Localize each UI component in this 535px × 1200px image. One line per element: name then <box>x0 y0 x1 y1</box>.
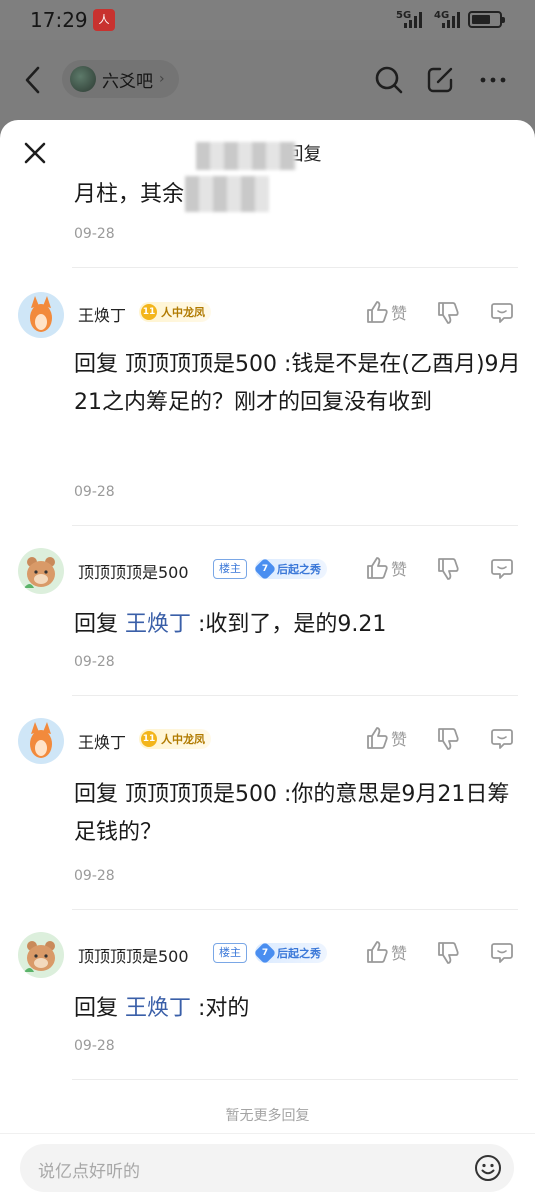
search-icon[interactable] <box>373 64 405 96</box>
status-bar: 17:29 人 5G 4G <box>0 0 535 40</box>
thumbs-down-icon[interactable] <box>437 301 459 325</box>
thumbs-up-icon <box>367 727 388 749</box>
username[interactable]: 顶顶顶顶是500 <box>78 943 189 967</box>
forum-header: 六爻吧 › <box>0 40 535 122</box>
status-time: 17:29 <box>30 8 88 32</box>
username[interactable]: 顶顶顶顶是500 <box>78 559 189 583</box>
username[interactable]: 王焕丁 <box>78 729 126 753</box>
comment-text: 回复 王焕丁 :收到了，是的9.21 <box>74 612 387 637</box>
username[interactable]: 王焕丁 <box>78 302 126 326</box>
mention-link[interactable]: 王焕丁 <box>125 612 191 637</box>
redaction-blur <box>185 176 269 212</box>
thumbs-up-icon <box>367 941 388 963</box>
comment-date: 09-28 <box>74 654 115 670</box>
divider <box>72 1079 518 1080</box>
like-button[interactable]: 赞 <box>366 556 407 580</box>
thumbs-down-icon[interactable] <box>437 941 459 965</box>
divider <box>72 909 518 910</box>
forum-avatar <box>70 66 96 92</box>
like-button[interactable]: 赞 <box>366 940 407 964</box>
reply-input[interactable]: 说亿点好听的 <box>20 1144 514 1192</box>
divider <box>72 525 518 526</box>
comment-date: 09-28 <box>74 484 115 500</box>
thumbs-down-icon[interactable] <box>437 727 459 751</box>
comment-text: 回复 顶顶顶顶是500 :钱是不是在(乙酉月)9月21之内筹足的？刚才的回复没有… <box>74 352 521 415</box>
forum-name: 六爻吧 <box>102 71 153 92</box>
battery-icon <box>468 11 505 28</box>
level-badge: 11 人中龙凤 <box>139 729 211 749</box>
avatar[interactable] <box>18 292 64 338</box>
comment-text: 回复 王焕丁 :对的 <box>74 996 250 1021</box>
comment-text: 回复 顶顶顶顶是500 :你的意思是9月21日筹足钱的？ <box>74 782 510 845</box>
avatar[interactable] <box>18 718 64 764</box>
comment-icon[interactable] <box>490 940 514 964</box>
divider <box>72 695 518 696</box>
divider <box>72 267 518 268</box>
thumbs-up-icon <box>367 301 388 323</box>
chevron-right-icon: › <box>159 71 165 87</box>
reply-sheet: 楼层楼层回复 月柱，其余 09-28 王焕丁 11人中龙凤 赞 回复 顶顶顶顶是… <box>0 120 535 1200</box>
comment-icon[interactable] <box>490 726 514 750</box>
like-button[interactable]: 赞 <box>366 300 407 324</box>
avatar[interactable] <box>18 932 64 978</box>
reply-input-placeholder: 说亿点好听的 <box>38 1162 140 1182</box>
thumbs-up-icon <box>367 557 388 579</box>
avatar[interactable] <box>18 548 64 594</box>
news-app-icon: 人 <box>93 9 115 31</box>
forum-chip[interactable]: 六爻吧 › <box>62 60 179 98</box>
mention-link[interactable]: 王焕丁 <box>125 996 191 1021</box>
comment-icon[interactable] <box>490 556 514 580</box>
edit-icon[interactable] <box>424 64 456 96</box>
post-date: 09-28 <box>74 226 115 242</box>
no-more-replies: 暂无更多回复 <box>225 1108 310 1124</box>
more-icon[interactable] <box>477 64 509 96</box>
like-button[interactable]: 赞 <box>366 726 407 750</box>
reply-input-bar: 说亿点好听的 <box>0 1133 535 1200</box>
owner-badge: 楼主 <box>213 943 247 963</box>
level-badge: 7 后起之秀 <box>253 557 327 581</box>
owner-badge: 楼主 <box>213 559 247 579</box>
comment-date: 09-28 <box>74 868 115 884</box>
thumbs-down-icon[interactable] <box>437 557 459 581</box>
level-badge: 7 后起之秀 <box>253 941 327 965</box>
comment-icon[interactable] <box>490 300 514 324</box>
redaction-blur <box>196 142 296 170</box>
partial-post-text: 月柱，其余 <box>74 182 185 207</box>
signal-icon <box>442 10 460 28</box>
signal-icon <box>404 10 422 28</box>
back-arrow-icon[interactable] <box>18 62 48 98</box>
emoji-icon[interactable] <box>474 1154 502 1182</box>
level-badge: 11 人中龙凤 <box>139 302 211 322</box>
comment-date: 09-28 <box>74 1038 115 1054</box>
